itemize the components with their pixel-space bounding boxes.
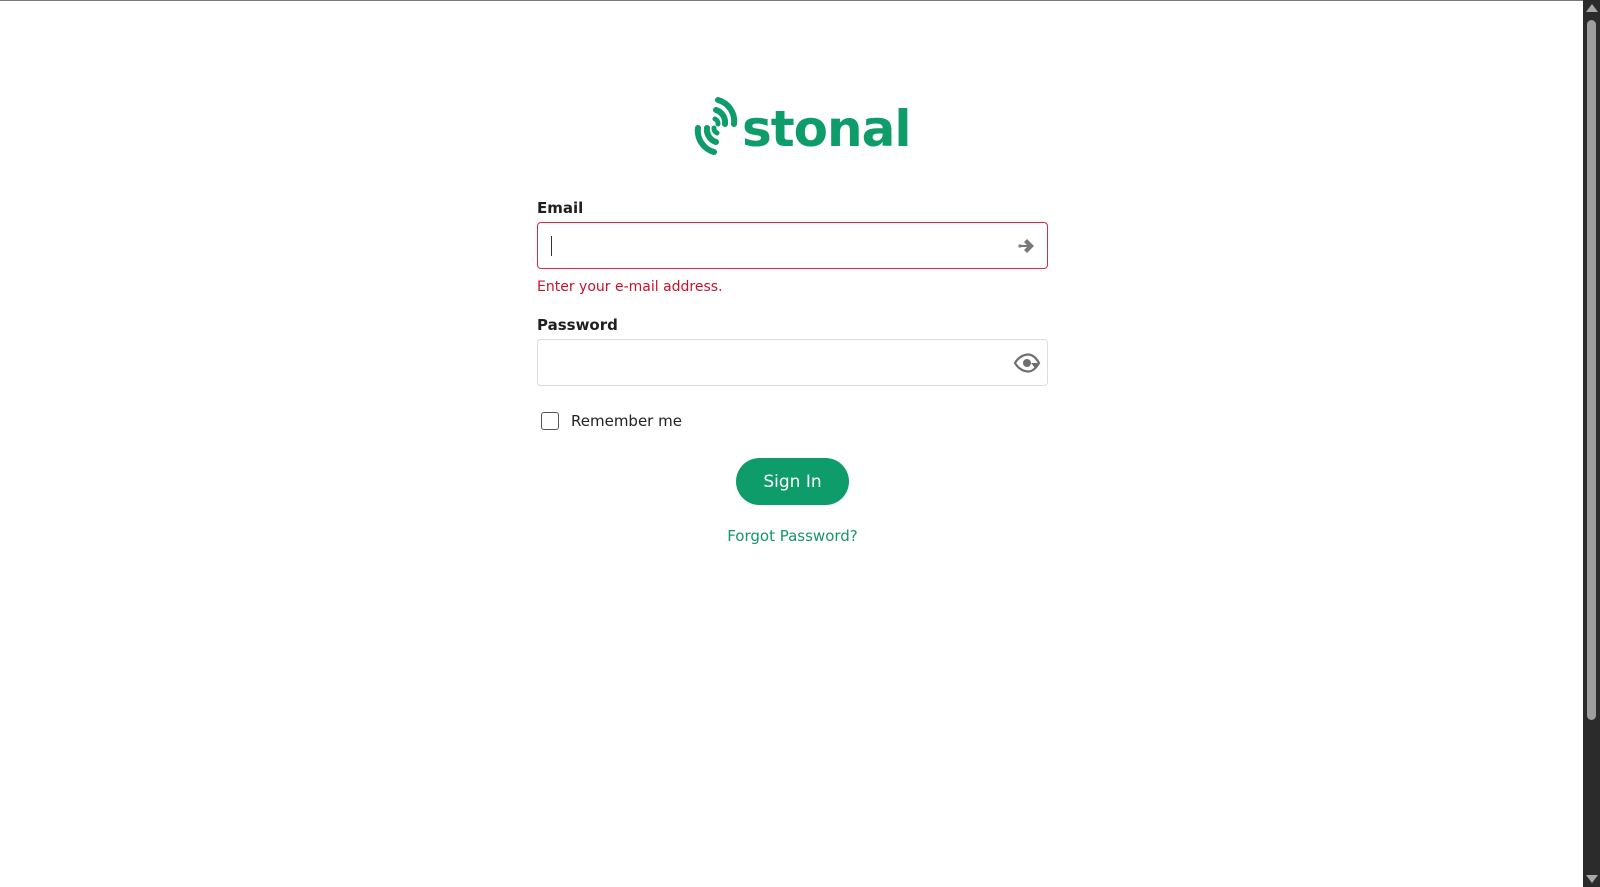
forgot-password-link[interactable]: Forgot Password? [727,527,858,545]
autofill-key-icon[interactable] [1015,235,1039,257]
eye-icon[interactable] [1013,352,1041,374]
brand-logo: stonal [694,93,911,159]
email-error-message: Enter your e-mail address. [537,279,723,295]
login-form: Email Enter your e-mail address. Passwor… [537,197,1048,545]
text-caret [551,236,552,256]
remember-me-checkbox[interactable] [541,412,559,430]
scroll-down-arrow-icon[interactable] [1586,875,1598,883]
login-page: stonal Email Enter your e-mail address. … [0,1,1583,887]
scroll-up-arrow-icon[interactable] [1586,4,1598,12]
signal-waves-icon [694,97,738,155]
remember-me-label[interactable]: Remember me [571,412,682,430]
forgot-password-row: Forgot Password? [537,527,1048,545]
password-label: Password [537,316,618,334]
email-field[interactable] [538,223,1047,268]
remember-me-row: Remember me [537,411,1048,431]
sign-in-row: Sign In [537,458,1048,505]
email-label: Email [537,199,584,217]
sign-in-button[interactable]: Sign In [736,458,849,505]
password-field[interactable] [538,340,1047,385]
password-field-container [537,339,1048,386]
brand-name: stonal [742,100,911,158]
scrollbar-thumb[interactable] [1587,20,1596,720]
email-field-container [537,222,1048,269]
vertical-scrollbar[interactable] [1583,0,1600,887]
